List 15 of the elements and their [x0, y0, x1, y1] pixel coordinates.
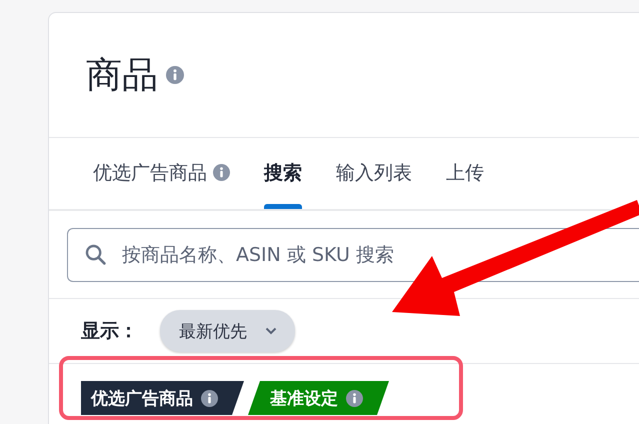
tab[interactable]: 上传: [446, 138, 484, 207]
sort-dropdown[interactable]: 最新优先: [160, 310, 295, 352]
info-icon: [346, 390, 363, 406]
tab[interactable]: 搜索: [264, 138, 302, 207]
chevron-down-icon: [265, 327, 277, 335]
info-icon: [201, 390, 218, 406]
search-field[interactable]: 按商品名称、ASIN 或 SKU 搜索: [67, 228, 639, 282]
tag: 基准设定: [248, 381, 389, 415]
search-icon: [84, 243, 108, 267]
sort-label: 显示：: [81, 319, 138, 344]
page-title: 商品: [86, 54, 158, 98]
tab[interactable]: 优选广告商品: [93, 138, 230, 207]
info-icon: [166, 66, 184, 84]
tab[interactable]: 输入列表: [336, 138, 412, 207]
tag: 优选广告商品: [81, 381, 244, 415]
